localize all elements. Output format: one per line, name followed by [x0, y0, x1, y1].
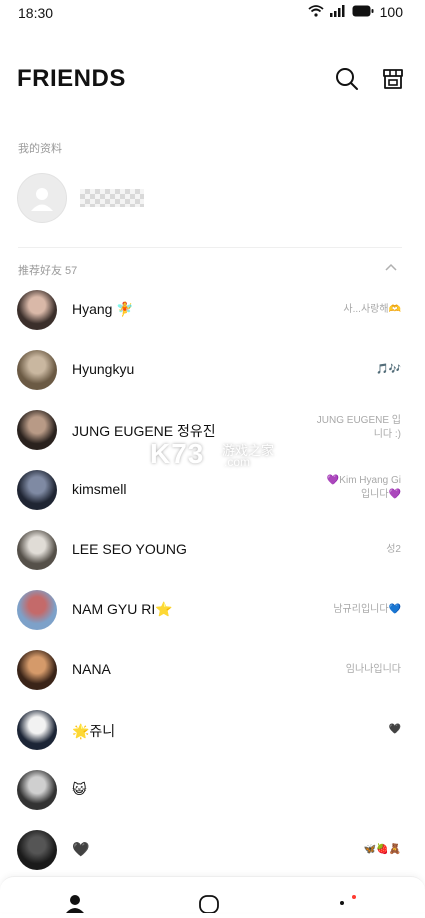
page-title: FRIENDS	[17, 65, 126, 92]
friend-avatar[interactable]	[17, 590, 57, 630]
header: FRIENDS	[0, 56, 425, 102]
friend-avatar[interactable]	[17, 830, 57, 870]
friend-status-message: 💜Kim Hyang Gi 입니다💜	[326, 475, 401, 500]
friend-avatar[interactable]	[17, 410, 57, 450]
friend-name: LEE SEO YOUNG	[72, 541, 187, 557]
friend-status-message: 사...사랑해🫶	[343, 304, 401, 315]
friend-row[interactable]: Hyang 🧚 사...사랑해🫶	[0, 280, 425, 340]
friend-name: kimsmell	[72, 481, 127, 497]
friend-status-message: 🖤	[388, 724, 401, 735]
friend-avatar[interactable]	[17, 650, 57, 690]
my-profile-label: 我的资料	[18, 143, 62, 155]
friend-avatar[interactable]	[17, 470, 57, 510]
friend-status-message: 🎵🎶	[376, 364, 401, 375]
friend-row[interactable]: 🖤 🦋🍓🧸	[0, 820, 425, 880]
friend-status-message: 🦋🍓🧸	[363, 844, 401, 855]
friend-row[interactable]: 🌟쥬니 🖤	[0, 700, 425, 760]
person-icon[interactable]	[63, 893, 87, 913]
chat-bubble-icon[interactable]	[197, 893, 221, 914]
wifi-icon	[308, 4, 324, 20]
battery-level: 100	[379, 4, 403, 20]
more-dots-icon[interactable]	[332, 893, 356, 913]
friend-name: 😺	[72, 781, 87, 797]
friend-name: Hyungkyu	[72, 361, 135, 377]
default-avatar-icon	[31, 188, 53, 211]
friend-name: 🌟쥬니	[72, 723, 116, 739]
bottom-nav	[0, 876, 425, 914]
friend-avatar[interactable]	[17, 290, 57, 330]
friend-row[interactable]: Hyungkyu 🎵🎶	[0, 340, 425, 400]
search-icon[interactable]	[334, 66, 360, 92]
friend-avatar[interactable]	[17, 350, 57, 390]
friend-avatar[interactable]	[17, 710, 57, 750]
friend-status-message: 임나나입니다	[345, 664, 401, 675]
friend-name: NANA	[72, 661, 111, 677]
friend-status-message: JUNG EUGENE 입 니다 :)	[316, 415, 401, 440]
friend-row[interactable]: 😺	[0, 760, 425, 820]
status-icons: 100	[308, 4, 403, 20]
my-avatar[interactable]	[17, 173, 67, 223]
chevron-up-icon[interactable]	[384, 261, 398, 275]
divider	[18, 247, 402, 248]
friend-status-message: 남규리입니다💙	[333, 604, 401, 615]
signal-icon	[329, 4, 346, 20]
friend-name: Hyang 🧚	[72, 301, 134, 317]
status-bar: 18:30 100	[0, 0, 425, 28]
my-profile-name-obscured[interactable]	[80, 189, 144, 207]
friend-avatar[interactable]	[17, 530, 57, 570]
watermark-logo: K73 游戏之家 .com	[150, 438, 280, 472]
watermark-domain: .com	[224, 455, 251, 469]
friend-avatar[interactable]	[17, 770, 57, 810]
friend-name: 🖤	[72, 841, 90, 857]
status-time: 18:30	[18, 5, 54, 21]
battery-icon	[352, 4, 374, 20]
friend-name: NAM GYU RI⭐	[72, 601, 173, 617]
recommended-friends-label: 推荐好友 57	[18, 265, 78, 277]
shop-icon[interactable]	[380, 66, 406, 92]
friend-row[interactable]: NAM GYU RI⭐ 남규리입니다💙	[0, 580, 425, 640]
watermark-big: K73	[150, 438, 205, 469]
friend-status-message: 성2	[386, 544, 401, 555]
friend-row[interactable]: NANA 임나나입니다	[0, 640, 425, 700]
friend-row[interactable]: LEE SEO YOUNG 성2	[0, 520, 425, 580]
